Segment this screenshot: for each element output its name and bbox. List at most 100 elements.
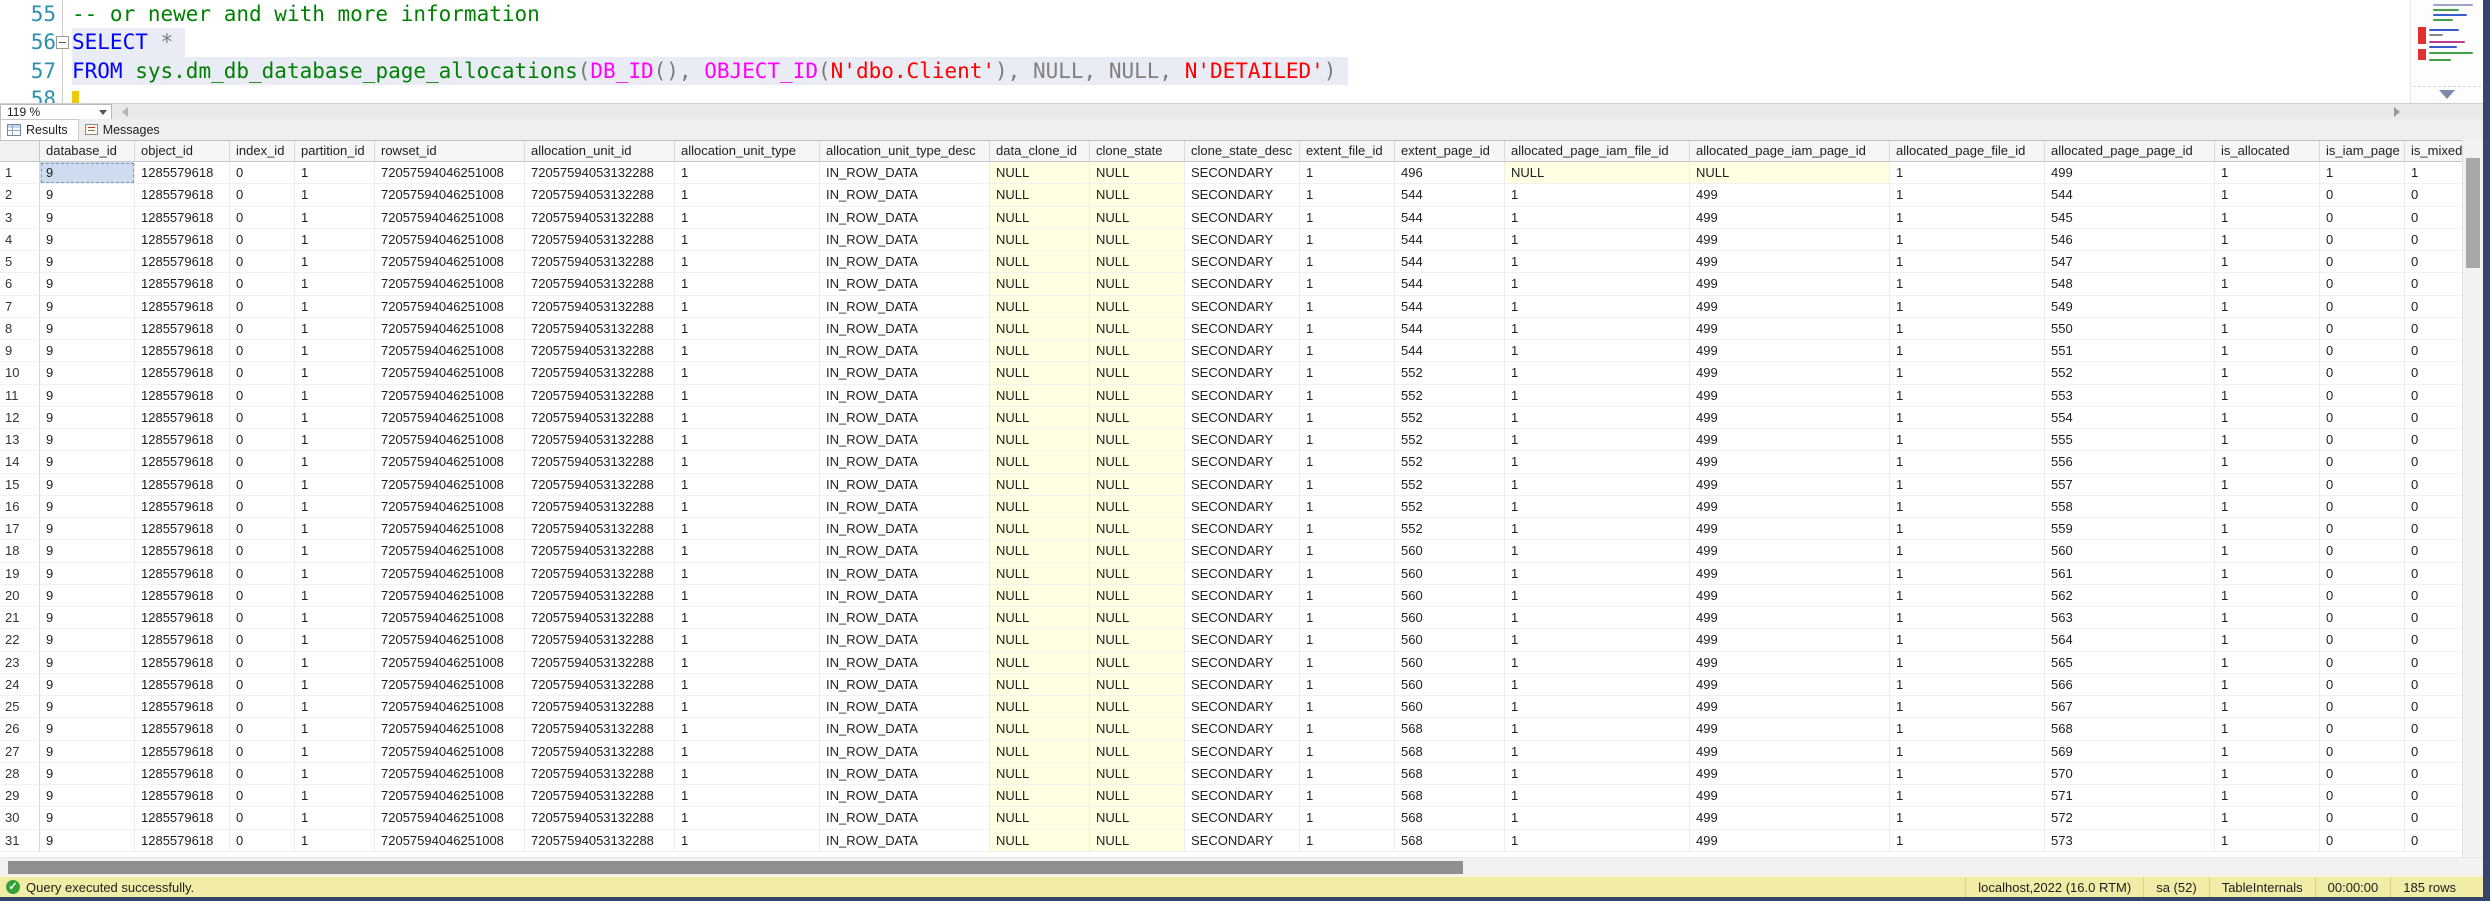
grid-cell[interactable]: 1	[675, 273, 820, 295]
grid-cell[interactable]: 1	[675, 474, 820, 496]
grid-cell[interactable]: NULL	[1090, 807, 1185, 829]
editor-minimap-scrollbar[interactable]	[2410, 0, 2483, 103]
grid-cell[interactable]: NULL	[1090, 585, 1185, 607]
column-header-allocated_page_file_id[interactable]: allocated_page_file_id	[1890, 141, 2045, 162]
grid-cell[interactable]: 72057594046251008	[375, 362, 525, 384]
grid-cell[interactable]: 1	[1505, 229, 1690, 251]
grid-cell[interactable]: 9	[40, 540, 135, 562]
grid-cell[interactable]: 1285579618	[135, 496, 230, 518]
grid-cell[interactable]: NULL	[990, 429, 1090, 451]
grid-cell[interactable]: 1	[2215, 696, 2320, 718]
grid-cell[interactable]: NULL	[1090, 518, 1185, 540]
grid-cell[interactable]: 499	[1690, 207, 1890, 229]
row-header[interactable]: 28	[0, 763, 40, 785]
grid-cell[interactable]: 552	[1395, 451, 1505, 473]
grid-cell[interactable]: 0	[230, 585, 295, 607]
grid-cell[interactable]: 1	[295, 362, 375, 384]
column-header-extent_file_id[interactable]: extent_file_id	[1300, 141, 1395, 162]
grid-cell[interactable]: 1	[675, 385, 820, 407]
grid-cell[interactable]: 1285579618	[135, 385, 230, 407]
grid-cell[interactable]: 72057594053132288	[525, 229, 675, 251]
grid-cell[interactable]: 0	[230, 296, 295, 318]
grid-cell[interactable]: 1	[295, 696, 375, 718]
grid-cell[interactable]: 552	[1395, 518, 1505, 540]
grid-cell[interactable]: 1	[675, 607, 820, 629]
grid-cell[interactable]: 0	[2320, 674, 2405, 696]
grid-cell[interactable]: 1285579618	[135, 807, 230, 829]
scroll-right-arrow-icon[interactable]	[2394, 107, 2400, 117]
grid-cell[interactable]: 72057594053132288	[525, 763, 675, 785]
grid-cell[interactable]: 72057594046251008	[375, 207, 525, 229]
grid-cell[interactable]: SECONDARY	[1185, 318, 1300, 340]
grid-cell[interactable]: 72057594053132288	[525, 607, 675, 629]
grid-cell[interactable]: 72057594053132288	[525, 629, 675, 651]
grid-cell[interactable]: 0	[2320, 585, 2405, 607]
row-header[interactable]: 12	[0, 407, 40, 429]
column-header-database_id[interactable]: database_id	[40, 141, 135, 162]
grid-cell[interactable]: 72057594046251008	[375, 407, 525, 429]
grid-cell[interactable]: 1	[1300, 629, 1395, 651]
row-header[interactable]: 11	[0, 385, 40, 407]
grid-cell[interactable]: NULL	[1505, 162, 1690, 184]
grid-cell[interactable]: 0	[2320, 207, 2405, 229]
row-header[interactable]: 4	[0, 229, 40, 251]
grid-cell[interactable]: 1	[2215, 652, 2320, 674]
grid-cell[interactable]: 0	[2405, 629, 2462, 651]
grid-cell[interactable]: 1	[1300, 429, 1395, 451]
grid-cell[interactable]: 1	[1300, 718, 1395, 740]
grid-cell[interactable]: NULL	[990, 229, 1090, 251]
grid-cell[interactable]: SECONDARY	[1185, 385, 1300, 407]
grid-cell[interactable]: 1	[1890, 251, 2045, 273]
row-header[interactable]: 13	[0, 429, 40, 451]
row-header[interactable]: 30	[0, 807, 40, 829]
grid-corner-cell[interactable]	[0, 141, 40, 162]
editor-line[interactable]: 55-- or newer and with more information	[0, 0, 2410, 28]
grid-cell[interactable]: 555	[2045, 429, 2215, 451]
grid-cell[interactable]: 552	[1395, 385, 1505, 407]
scroll-down-arrow-icon[interactable]	[2439, 90, 2455, 99]
grid-cell[interactable]: NULL	[1090, 741, 1185, 763]
grid-cell[interactable]: 72057594046251008	[375, 652, 525, 674]
grid-cell[interactable]: 499	[1690, 251, 1890, 273]
grid-cell[interactable]: 1	[1505, 718, 1690, 740]
grid-cell[interactable]: 72057594053132288	[525, 273, 675, 295]
grid-cell[interactable]: 72057594046251008	[375, 540, 525, 562]
grid-cell[interactable]: 1	[295, 785, 375, 807]
grid-cell[interactable]: 1	[1300, 652, 1395, 674]
grid-cell[interactable]: 1	[1505, 184, 1690, 206]
grid-cell[interactable]: 1	[2215, 763, 2320, 785]
grid-cell[interactable]: 544	[1395, 340, 1505, 362]
grid-cell[interactable]: 0	[2405, 741, 2462, 763]
grid-cell[interactable]: 1	[675, 674, 820, 696]
grid-cell[interactable]: 1	[2215, 207, 2320, 229]
row-header[interactable]: 20	[0, 585, 40, 607]
grid-cell[interactable]: 499	[1690, 674, 1890, 696]
grid-cell[interactable]: 72057594046251008	[375, 763, 525, 785]
grid-cell[interactable]: NULL	[990, 540, 1090, 562]
grid-cell[interactable]: 568	[1395, 830, 1505, 852]
grid-cell[interactable]: 1285579618	[135, 251, 230, 273]
grid-cell[interactable]: IN_ROW_DATA	[820, 451, 990, 473]
grid-cell[interactable]: IN_ROW_DATA	[820, 718, 990, 740]
grid-cell[interactable]: 560	[1395, 540, 1505, 562]
grid-cell[interactable]: 9	[40, 385, 135, 407]
grid-cell[interactable]: 1	[1890, 385, 2045, 407]
grid-cell[interactable]: 499	[1690, 540, 1890, 562]
grid-cell[interactable]: SECONDARY	[1185, 585, 1300, 607]
grid-cell[interactable]: 72057594053132288	[525, 807, 675, 829]
grid-cell[interactable]: 1285579618	[135, 362, 230, 384]
grid-cell[interactable]: 1	[2215, 318, 2320, 340]
grid-cell[interactable]: 1	[2215, 518, 2320, 540]
grid-cell[interactable]: 72057594046251008	[375, 563, 525, 585]
grid-cell[interactable]: SECONDARY	[1185, 763, 1300, 785]
grid-cell[interactable]: 560	[1395, 585, 1505, 607]
column-header-allocation_unit_id[interactable]: allocation_unit_id	[525, 141, 675, 162]
grid-cell[interactable]: 0	[230, 407, 295, 429]
grid-cell[interactable]: 1	[2215, 451, 2320, 473]
grid-cell[interactable]: 1	[1890, 830, 2045, 852]
grid-cell[interactable]: NULL	[1090, 451, 1185, 473]
grid-cell[interactable]: NULL	[1090, 718, 1185, 740]
grid-cell[interactable]: 1	[675, 296, 820, 318]
grid-cell[interactable]: NULL	[1090, 251, 1185, 273]
row-header[interactable]: 7	[0, 296, 40, 318]
